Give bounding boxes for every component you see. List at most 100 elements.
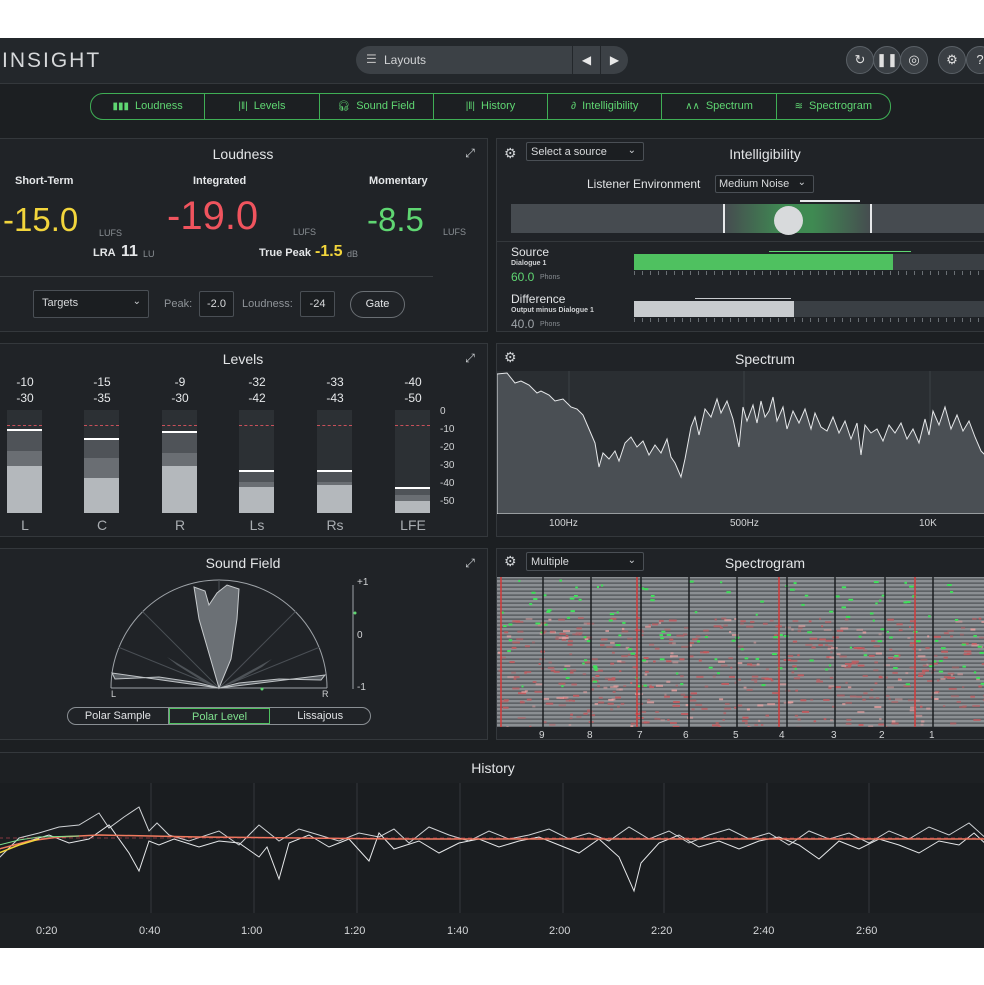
difference-unit: Phons [540,321,560,328]
panel-title: Spectrum [735,351,795,367]
targets-select[interactable]: Targets ⌄ [33,290,149,318]
level-meter-lfe [395,410,430,513]
capture-button[interactable]: ◎ [900,46,928,74]
previous-layout-button[interactable]: ◀ [573,46,600,74]
scale-mid: 0 [357,630,363,641]
level-meter-c [84,410,119,513]
difference-ticks [634,318,984,322]
source-sub: Dialogue 1 [511,260,547,267]
layouts-label: Layouts [384,53,427,67]
next-layout-button[interactable]: ▶ [601,46,628,74]
layouts-dropdown[interactable]: ☰ Layouts [356,46,572,74]
loudness-target-input[interactable]: -24 [300,291,335,317]
spectrogram-time-label: 3 [831,730,837,741]
tab-loudness[interactable]: ▮▮▮ Loudness [91,94,206,119]
help-button[interactable]: ? [966,46,984,74]
level-meter-rs [317,410,352,513]
targets-label: Targets [42,297,79,309]
polar-sample-button[interactable]: Polar Sample [68,708,169,724]
reset-icon: ↻ [854,52,866,67]
loudness-icon: ▮▮▮ [112,101,130,112]
insight-app: INSIGHT ☰ Layouts ◀ ▶ ↻ ❚❚ ◎ ⚙ ? ▮▮▮ Loud… [0,38,984,948]
channel-label-lfe: LFE [400,517,426,533]
panel-title: History [471,760,515,776]
source-label: Source [511,245,550,259]
meter-peak-top-r: -9 [174,375,186,389]
channel-label-l: L [21,517,29,533]
arrow-right-icon: ▶ [609,53,620,67]
levels-icon: |‖| [238,101,248,112]
level-meter-r [162,410,197,513]
right-label: R [322,689,329,699]
expand-icon[interactable]: ⤢ [463,146,477,160]
spectrogram-icon: ≋ [794,101,804,112]
polar-level-button[interactable]: Polar Level [168,708,271,724]
reset-button[interactable]: ↻ [846,46,874,74]
channel-label-rs: Rs [326,517,344,533]
capture-icon: ◎ [908,52,920,67]
history-time-label: 0:20 [36,925,58,937]
history-panel: History 0:20 0:40 1:00 1:20 1:40 2:00 2:20 2:40… [0,752,984,948]
intelligibility-indicator [774,206,803,235]
arrow-left-icon: ◀ [581,53,592,67]
target-line [317,425,352,426]
tab-sound-field[interactable]: 🎧︎ Sound Field [320,94,434,119]
tab-intelligibility[interactable]: ∂ Intelligibility [548,94,663,119]
tab-spectrogram[interactable]: ≋ Spectrogram [777,94,890,119]
top-bar: INSIGHT ☰ Layouts ◀ ▶ ↻ ❚❚ ◎ ⚙ ? [0,38,984,84]
lra-label: LRA [93,247,116,259]
peak-input[interactable]: -2.0 [199,291,234,317]
difference-sub: Output minus Dialogue 1 [511,307,594,314]
settings-button[interactable]: ⚙ [938,46,966,74]
integrated-label: Integrated [193,175,247,187]
range-min-marker [723,204,725,233]
momentary-unit: LUFS [443,227,467,237]
history-time-label: 2:00 [549,925,571,937]
gate-button[interactable]: Gate [350,291,405,318]
channel-label-ls: Ls [249,517,265,533]
meter-peak-bottom-c: -35 [93,391,111,405]
difference-meter [634,301,984,317]
tab-levels[interactable]: |‖| Levels [205,94,320,119]
true-peak-value: -1.5 [315,243,343,260]
expand-icon[interactable]: ⤢ [463,351,477,365]
meter-peak-line [7,429,42,431]
tab-history[interactable]: |‖| History [434,94,549,119]
sound-field-mode-selector: Polar Sample Polar Level Lissajous [67,707,371,725]
history-time-label: 2:20 [651,925,673,937]
target-line [7,425,42,426]
peak-label: Peak: [164,298,193,310]
spectrogram-time-label: 8 [587,730,593,741]
chevron-down-icon: ⌄ [132,296,141,307]
pause-button[interactable]: ❚❚ [873,46,901,74]
meter-peak-top-ls: -32 [248,375,266,389]
spectrogram-panel: ⚙ Multiple ⌄ Spectrogram 987654321 [496,548,984,741]
level-scale-label: -50 [440,496,455,507]
tab-label: History [481,100,516,112]
true-peak-unit: dB [347,249,359,259]
spectrogram-image [497,577,984,727]
spectrogram-texture [497,577,984,727]
environment-select[interactable]: Medium Noise ⌄ [715,175,814,193]
environment-label: Listener Environment [587,177,701,191]
level-scale-label: -20 [440,442,455,453]
meter-peak-top-lfe: -40 [404,375,422,389]
lissajous-button[interactable]: Lissajous [270,708,370,724]
short-term-unit: LUFS [99,228,123,238]
history-time-label: 1:20 [344,925,366,937]
meter-fill [395,501,430,513]
tab-spectrum[interactable]: ∧∧ Spectrum [662,94,777,119]
level-scale-label: -40 [440,478,455,489]
tab-label: Levels [253,100,286,112]
headphones-icon: 🎧︎ [337,101,351,112]
source-meter-fill [634,254,894,270]
freq-label-100hz: 100Hz [549,518,578,529]
meter-fill [239,487,274,513]
freq-label-500hz: 500Hz [730,518,759,529]
meter-peak-line [395,487,430,489]
momentary-value: -8.5 [367,201,424,238]
loudness-target-label: Loudness: [242,298,293,310]
spectrum-panel: ⚙ Spectrum 100Hz 500Hz 10K [496,343,984,537]
meter-fill [84,478,119,513]
loudness-panel: Loudness ⤢ Short-Term -15.0 LUFS Integra… [0,138,488,332]
